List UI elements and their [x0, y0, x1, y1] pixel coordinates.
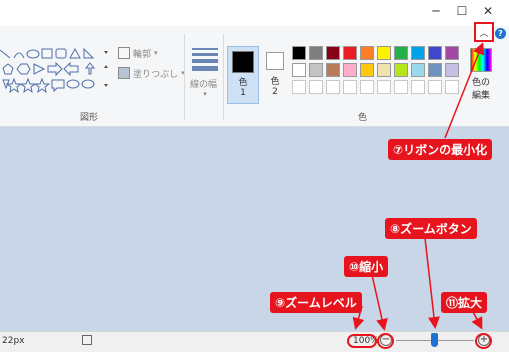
callout-zoom-button: ⑧ズームボタン: [385, 218, 477, 239]
annotation-arrows: [352, 42, 485, 331]
callout-minimize-ribbon: ⑦リボンの最小化: [388, 139, 493, 160]
callout-zoom-out: ⑩縮小: [344, 256, 389, 277]
callout-zoom-level: ⑨ズームレベル: [270, 292, 362, 313]
callout-zoom-in: ⑪拡大: [441, 292, 488, 313]
